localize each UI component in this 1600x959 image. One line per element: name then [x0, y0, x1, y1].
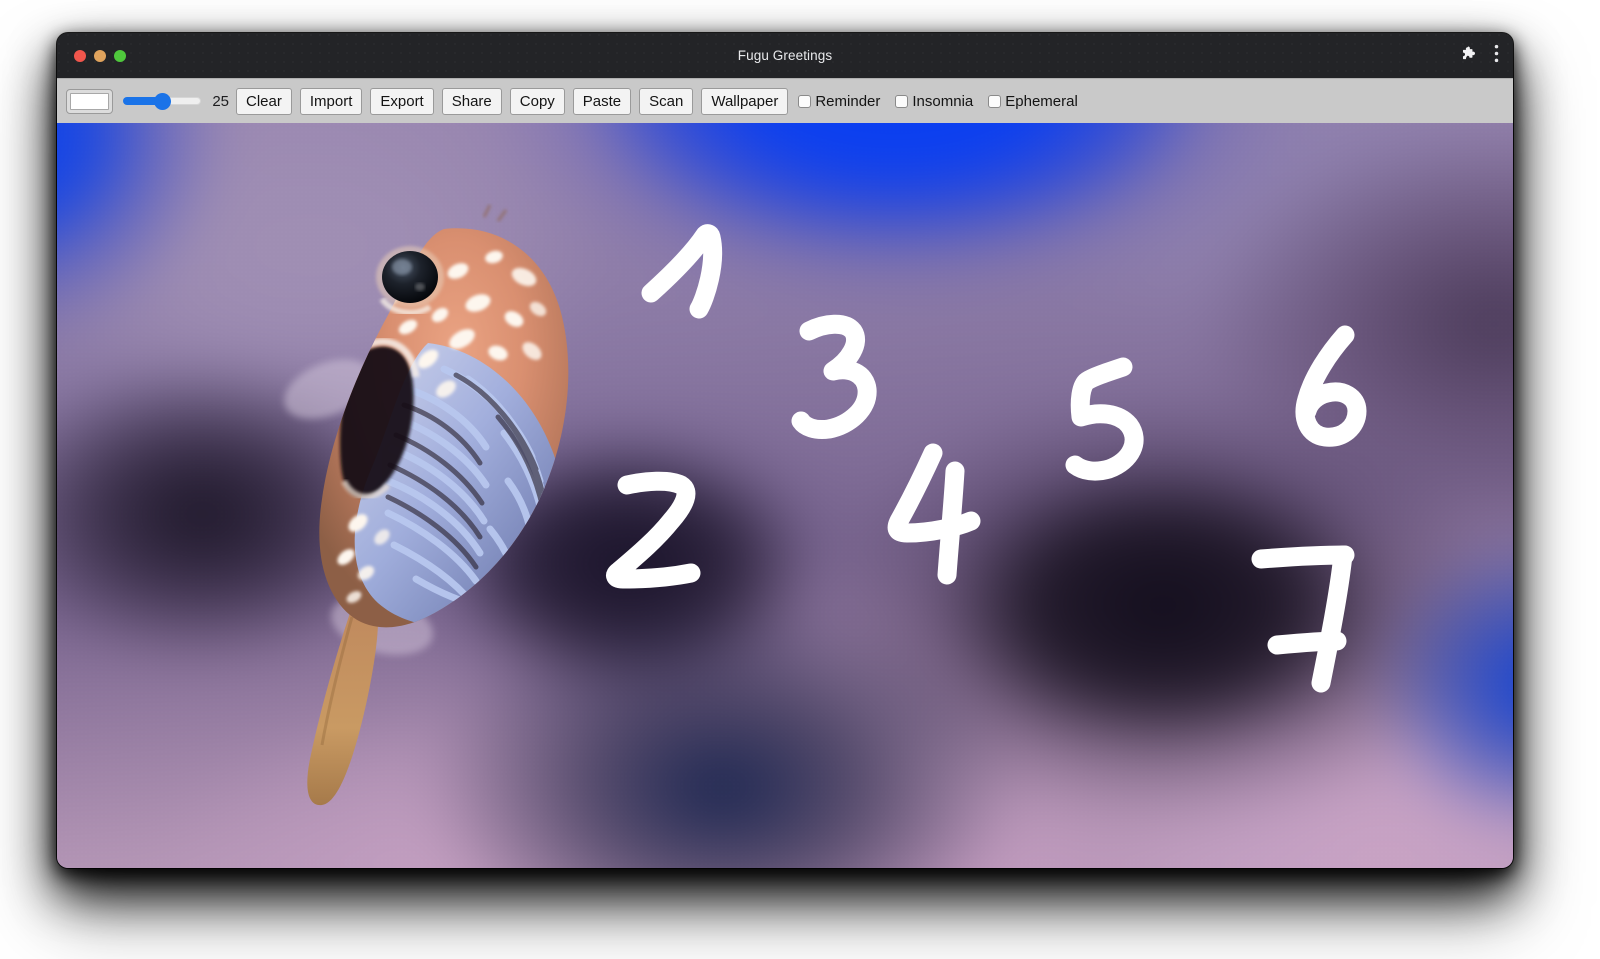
share-button[interactable]: Share	[441, 87, 502, 115]
traffic-lights	[74, 49, 126, 62]
reminder-checkbox[interactable]: Reminder	[798, 93, 889, 110]
annotation-digit-1	[641, 224, 723, 319]
close-window-button[interactable]	[74, 49, 86, 62]
import-button[interactable]: Import	[299, 87, 363, 115]
scan-button[interactable]: Scan	[639, 87, 694, 115]
annotation-digit-4	[887, 443, 981, 585]
minimize-window-button[interactable]	[94, 49, 106, 62]
export-button[interactable]: Export	[370, 87, 434, 115]
extensions-puzzle-icon[interactable]	[1461, 45, 1478, 67]
annotation-digit-2	[606, 471, 701, 589]
insomnia-checkbox-box[interactable]	[895, 94, 909, 108]
color-picker[interactable]	[66, 88, 113, 114]
handwritten-annotations	[57, 123, 1513, 868]
browser-menu-icon[interactable]	[1494, 44, 1499, 68]
page-root: Fugu Greetings 25 Clear Import Export Sh…	[0, 0, 1600, 959]
titlebar-actions	[1461, 33, 1499, 78]
color-picker-swatch	[70, 92, 109, 110]
insomnia-checkbox[interactable]: Insomnia	[895, 93, 982, 110]
slider-thumb[interactable]	[154, 93, 171, 110]
copy-button[interactable]: Copy	[509, 87, 565, 115]
annotation-digit-3	[791, 314, 877, 439]
ephemeral-checkbox[interactable]: Ephemeral	[988, 93, 1087, 110]
ephemeral-checkbox-box[interactable]	[988, 94, 1002, 108]
wallpaper-button[interactable]: Wallpaper	[701, 87, 789, 115]
reminder-checkbox-label: Reminder	[815, 92, 881, 110]
insomnia-checkbox-label: Insomnia	[912, 92, 974, 110]
annotation-digit-6	[1295, 325, 1367, 447]
app-toolbar: 25 Clear Import Export Share Copy Paste …	[57, 78, 1513, 123]
drawing-canvas[interactable]	[57, 123, 1513, 868]
maximize-window-button[interactable]	[114, 49, 126, 62]
reminder-checkbox-box[interactable]	[798, 94, 812, 108]
window-title: Fugu Greetings	[737, 48, 833, 63]
annotation-digit-7	[1251, 545, 1355, 693]
line-width-slider[interactable]	[123, 90, 201, 112]
paste-button[interactable]: Paste	[572, 87, 632, 115]
ephemeral-checkbox-label: Ephemeral	[1005, 92, 1078, 110]
annotation-digit-5	[1065, 357, 1144, 481]
line-width-value: 25	[212, 92, 229, 110]
browser-window: Fugu Greetings 25 Clear Import Export Sh…	[57, 33, 1513, 868]
clear-button[interactable]: Clear	[236, 87, 292, 115]
window-titlebar: Fugu Greetings	[57, 33, 1513, 78]
